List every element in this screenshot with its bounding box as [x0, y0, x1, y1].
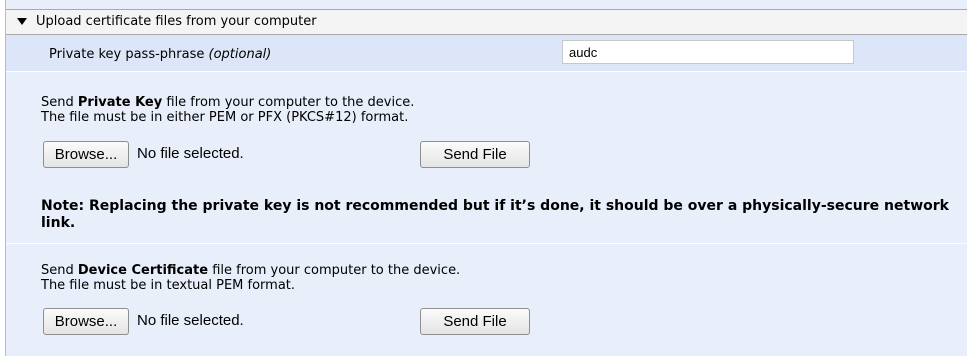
private-key-format-note: The file must be in either PEM or PFX (P…: [41, 110, 409, 125]
private-key-instruction: Send Private Key file from your computer…: [41, 95, 414, 110]
section-header[interactable]: Upload certificate files from your compu…: [6, 9, 967, 35]
device-cert-format-note: The file must be in textual PEM format.: [41, 278, 296, 293]
security-note: Note: Replacing the private key is not r…: [41, 198, 949, 231]
private-key-instruction-post: file from your computer to the device.: [166, 95, 415, 110]
passphrase-label-text: Private key pass-phrase: [49, 47, 205, 62]
passphrase-label: Private key pass-phrase (optional): [49, 47, 271, 62]
upload-certificate-panel: Upload certificate files from your compu…: [5, 0, 967, 356]
optional-hint: (optional): [208, 47, 272, 62]
collapse-arrow-icon[interactable]: [17, 18, 27, 25]
device-cert-file-status: No file selected.: [137, 312, 244, 329]
private-key-browse-button[interactable]: Browse...: [43, 141, 129, 168]
divider: [6, 243, 967, 244]
device-cert-instruction-pre: Send: [41, 263, 74, 278]
section-title: Upload certificate files from your compu…: [36, 14, 317, 29]
passphrase-input[interactable]: [562, 40, 854, 64]
private-key-file-status: No file selected.: [137, 145, 244, 162]
device-cert-instruction-bold: Device Certificate: [77, 263, 209, 278]
device-cert-instruction-post: file from your computer to the device.: [212, 263, 461, 278]
device-cert-send-file-button[interactable]: Send File: [420, 308, 530, 335]
private-key-instruction-bold: Private Key: [77, 95, 163, 110]
private-key-instruction-pre: Send: [41, 95, 74, 110]
private-key-send-file-button[interactable]: Send File: [420, 141, 530, 168]
device-cert-browse-button[interactable]: Browse...: [43, 308, 129, 335]
device-cert-instruction: Send Device Certificate file from your c…: [41, 263, 460, 278]
passphrase-row: Private key pass-phrase (optional): [6, 35, 967, 72]
